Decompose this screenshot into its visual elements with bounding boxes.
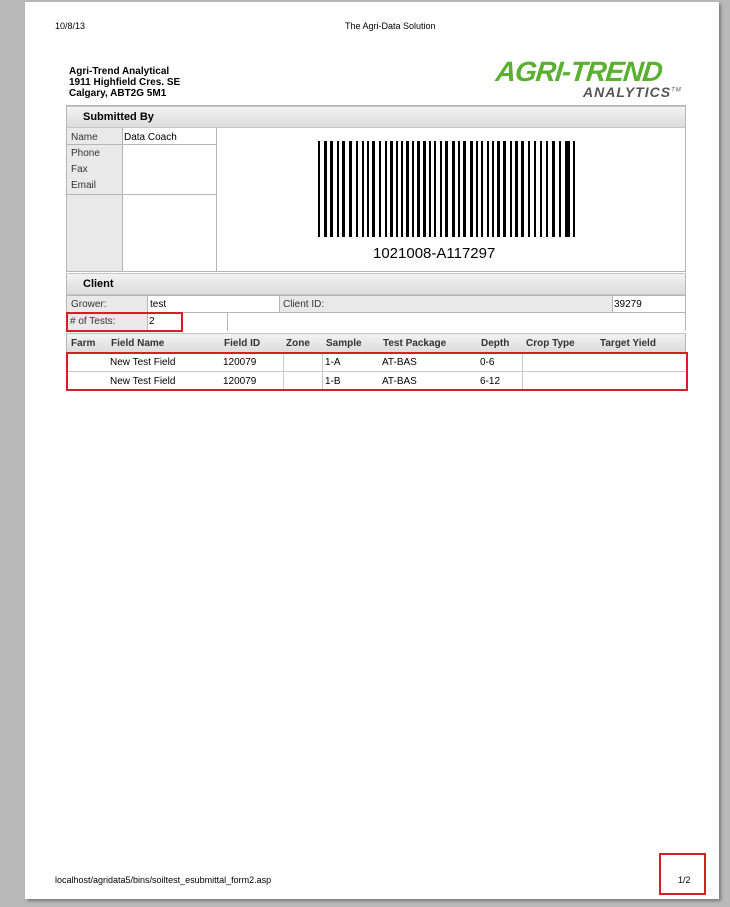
row-divider [67, 144, 216, 145]
barcode-bar [440, 141, 442, 237]
barcode-bar [356, 141, 358, 237]
print-title: The Agri-Data Solution [345, 21, 436, 31]
client-id-label-cell [279, 296, 613, 312]
barcode-bar [552, 141, 555, 237]
barcode-bar [540, 141, 542, 237]
row-divider [67, 194, 216, 195]
table-header: Farm Field Name Field ID Zone Sample Tes… [66, 333, 686, 353]
tests-value: 2 [149, 316, 155, 327]
barcode-bar [362, 141, 364, 237]
barcode-bar [445, 141, 448, 237]
barcode-bar [492, 141, 494, 237]
barcode-number: 1021008-A117297 [373, 245, 496, 262]
lab-name: Agri-Trend Analytical [69, 66, 170, 77]
barcode [318, 141, 582, 237]
grower-label: Grower: [71, 299, 107, 310]
client-band: Client [66, 273, 686, 295]
barcode-bar [379, 141, 381, 237]
rows-highlight [66, 352, 688, 391]
barcode-bar [573, 141, 575, 237]
lab-street: 1911 Highfield Cres. SE [69, 77, 181, 88]
logo-analytics-text: ANALYTICS [583, 84, 672, 100]
barcode-bar [534, 141, 536, 237]
logo-analytics: ANALYTICSTM [583, 84, 682, 100]
barcode-bar [510, 141, 512, 237]
name-label: Name [71, 132, 98, 143]
barcode-bar [528, 141, 530, 237]
print-date: 10/8/13 [55, 21, 86, 31]
submitted-by-band: Submitted By [67, 106, 685, 128]
barcode-bar [337, 141, 339, 237]
client-id-label: Client ID: [283, 299, 325, 310]
grower-row: Grower: test Client ID: 39279 [66, 295, 686, 313]
col-field-id: Field ID [224, 338, 261, 349]
barcode-bar [470, 141, 473, 237]
name-value: Data Coach [124, 132, 177, 143]
barcode-bar [417, 141, 420, 237]
fax-label: Fax [71, 164, 88, 175]
barcode-bar [367, 141, 369, 237]
barcode-bar [521, 141, 524, 237]
tests-label: # of Tests: [70, 316, 116, 327]
barcode-bar [396, 141, 398, 237]
barcode-bar [476, 141, 478, 237]
col-depth: Depth [481, 338, 510, 349]
barcode-bar [324, 141, 327, 237]
submitter-value-column [122, 128, 217, 271]
barcode-bar [330, 141, 333, 237]
barcode-bar [503, 141, 506, 237]
barcode-bar [559, 141, 561, 237]
barcode-bar [401, 141, 403, 237]
barcode-bar [546, 141, 548, 237]
submitted-by-panel: Submitted By Name Data Coach Phone Fax E… [66, 105, 686, 272]
col-target-yield: Target Yield [600, 338, 656, 349]
barcode-bar [497, 141, 500, 237]
barcode-bar [423, 141, 426, 237]
barcode-bar [429, 141, 431, 237]
col-farm: Farm [71, 338, 96, 349]
barcode-bar [318, 141, 320, 237]
col-zone: Zone [286, 338, 310, 349]
logo-tm: TM [671, 87, 682, 94]
barcode-bar [372, 141, 375, 237]
page-number-highlight [659, 853, 706, 895]
barcode-bar [487, 141, 489, 237]
col-sample: Sample [326, 338, 362, 349]
lab-address: Agri-Trend Analytical 1911 Highfield Cre… [69, 66, 180, 99]
page-number: 1/2 [678, 875, 691, 885]
col-field-name: Field Name [111, 338, 165, 349]
barcode-bar [452, 141, 455, 237]
email-label: Email [71, 180, 97, 191]
barcode-bar [434, 141, 436, 237]
barcode-bar [349, 141, 352, 237]
barcode-bar [385, 141, 387, 237]
lab-city: Calgary, ABT2G 5M1 [69, 88, 167, 99]
barcode-bar [342, 141, 345, 237]
barcode-bar [406, 141, 409, 237]
document-page: 10/8/13 The Agri-Data Solution Agri-Tren… [25, 2, 719, 899]
barcode-bar [565, 141, 570, 237]
footer-url: localhost/agridata5/bins/soiltest_esubmi… [55, 875, 272, 885]
col-test-package: Test Package [383, 338, 447, 349]
client-heading: Client [83, 278, 114, 290]
grower-value: test [150, 299, 167, 310]
barcode-bar [463, 141, 466, 237]
barcode-bar [458, 141, 460, 237]
barcode-bar [515, 141, 518, 237]
client-id-value: 39279 [614, 299, 642, 310]
barcode-bar [412, 141, 414, 237]
phone-label: Phone [71, 148, 100, 159]
col-crop-type: Crop Type [526, 338, 575, 349]
barcode-bar [390, 141, 393, 237]
barcode-bar [481, 141, 483, 237]
submitted-by-heading: Submitted By [83, 111, 154, 123]
